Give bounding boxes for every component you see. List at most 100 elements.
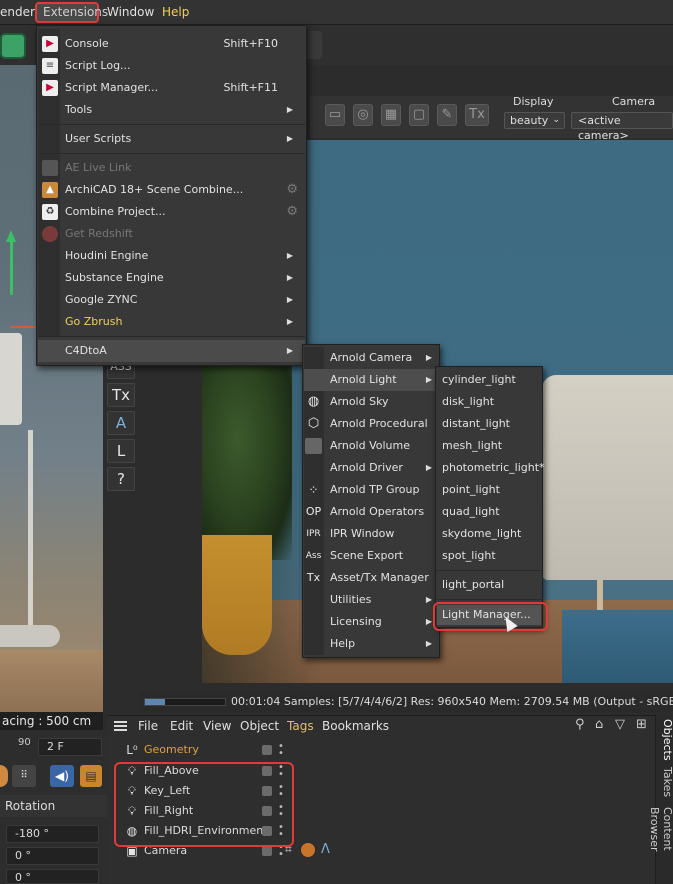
home-icon[interactable]: ⌂ (595, 717, 603, 732)
menu-item-google-zync[interactable]: Google ZYNC ▶ (38, 289, 305, 311)
display-select[interactable]: beauty ⌄ (504, 112, 565, 129)
menu-item-arnold-procedural[interactable]: ⬡ Arnold Procedural (304, 413, 438, 435)
menu-item-arnold-tp-group[interactable]: ⁘ Arnold TP Group (304, 479, 438, 501)
filter-icon[interactable]: ▽ (615, 717, 625, 732)
om-menu-file[interactable]: File (138, 719, 158, 733)
l-button[interactable]: L (107, 439, 135, 463)
circle-icon[interactable] (0, 765, 8, 787)
window-icon[interactable]: ▢ (409, 104, 429, 126)
camera-value: <active camera> (578, 114, 629, 142)
menu-render[interactable]: ender (0, 4, 35, 21)
dots-grid-icon[interactable]: ⠿ (12, 765, 36, 787)
menu-item-arnold-volume[interactable]: Arnold Volume (304, 435, 438, 457)
menu-item-user-scripts[interactable]: User Scripts ▶ (38, 128, 305, 150)
menu-item-console[interactable]: ▶ Console Shift+F10 (38, 33, 305, 55)
field-top-left[interactable]: 90 (18, 737, 31, 748)
light-item-point[interactable]: point_light (436, 479, 542, 501)
light-item-distant[interactable]: distant_light (436, 413, 542, 435)
menu-item-arnold-driver[interactable]: Arnold Driver ▶ (304, 457, 438, 479)
rotation-p-field[interactable]: 0 ° (6, 847, 99, 865)
tx-icon[interactable]: Tx (465, 104, 489, 126)
menu-item-archicad[interactable]: ▲ ArchiCAD 18+ Scene Combine... ⚙ (38, 179, 305, 201)
light-item-skydome[interactable]: skydome_light (436, 523, 542, 545)
menu-item-ae-live-link[interactable]: AE Live Link (38, 157, 305, 179)
om-menu-view[interactable]: View (203, 719, 231, 733)
menu-item-label: Google ZYNC (65, 293, 138, 306)
film-icon[interactable]: ▤ (80, 765, 102, 787)
camera-select[interactable]: <active camera> (571, 112, 673, 142)
menu-item-arnold-operators[interactable]: OP Arnold Operators (304, 501, 438, 523)
y-axis-handle[interactable] (10, 235, 13, 295)
light-item-photometric[interactable]: photometric_light* (436, 457, 545, 479)
tab-objects[interactable]: Objects (656, 719, 673, 761)
menu-item-asset-tx-manager[interactable]: Tx Asset/Tx Manager (304, 567, 438, 589)
light-item-mesh[interactable]: mesh_light (436, 435, 542, 457)
menu-item-label: Arnold Procedural (330, 417, 428, 430)
menu-extensions[interactable]: Extensions (35, 2, 108, 23)
volume-icon (305, 438, 322, 454)
menu-item-tools[interactable]: Tools ▶ (38, 99, 305, 121)
menu-item-c4dtoa[interactable]: C4DtoA ▶ (38, 340, 305, 362)
floor-area (0, 650, 103, 715)
tab-content-browser[interactable]: Content Browser (648, 807, 673, 884)
tab-takes[interactable]: Takes (656, 767, 673, 797)
menu-item-substance-engine[interactable]: Substance Engine ▶ (38, 267, 305, 289)
speaker-icon[interactable]: ◀) (50, 765, 74, 787)
menu-item-arnold-light[interactable]: Arnold Light ▶ (304, 369, 438, 391)
menu-item-label: Console (65, 37, 109, 50)
x-axis-handle[interactable] (10, 326, 36, 328)
light-item-cylinder[interactable]: cylinder_light (436, 369, 542, 391)
rotation-h-field[interactable]: -180 ° (6, 825, 99, 843)
frame-field[interactable]: 2 F (38, 738, 102, 756)
light-manager-callout (433, 602, 548, 631)
menu-item-ipr-window[interactable]: IPR IPR Window (304, 523, 438, 545)
menu-item-help[interactable]: Help ▶ (304, 633, 438, 655)
layout-icon[interactable]: ▦ (381, 104, 401, 126)
layer-flag-icon[interactable] (262, 745, 272, 755)
menu-item-houdini-engine[interactable]: Houdini Engine ▶ (38, 245, 305, 267)
light-item-quad[interactable]: quad_light (436, 501, 542, 523)
menu-item-combine-project[interactable]: ♻ Combine Project... ⚙ (38, 201, 305, 223)
tx-button[interactable]: Tx (107, 383, 135, 407)
submenu-arrow-icon: ▶ (425, 353, 432, 362)
arnold-logo-button[interactable]: A (107, 411, 135, 435)
lamp-pole (28, 430, 33, 630)
visibility-dots-icon[interactable]: • • (278, 742, 284, 759)
new-window-icon[interactable]: ⊞ (636, 717, 647, 732)
rotation-b-field[interactable]: 0 ° (6, 869, 99, 884)
gear-icon[interactable]: ⚙ (286, 201, 298, 223)
menu-item-go-zbrush[interactable]: Go Zbrush ▶ (38, 311, 305, 333)
menu-item-arnold-sky[interactable]: ◍ Arnold Sky (304, 391, 438, 413)
menu-item-utilities[interactable]: Utilities ▶ (304, 589, 438, 611)
om-menu-object[interactable]: Object (240, 719, 279, 733)
om-menu-bookmarks[interactable]: Bookmarks (322, 719, 389, 733)
light-item-portal[interactable]: light_portal (436, 574, 542, 596)
globe-icon[interactable]: ◎ (353, 104, 373, 126)
y-axis-arrow-icon[interactable] (6, 230, 16, 242)
hamburger-menu-icon[interactable] (114, 721, 127, 731)
brush-icon[interactable]: ✎ (437, 104, 457, 126)
menu-item-scene-export[interactable]: Ass Scene Export (304, 545, 438, 567)
arnold-tag-icon[interactable]: Ʌ (321, 842, 330, 857)
light-item-disk[interactable]: disk_light (436, 391, 542, 413)
render-sofa (542, 375, 673, 580)
monitor-icon[interactable]: ▭ (325, 104, 345, 126)
menu-item-script-log[interactable]: ≡ Script Log... (38, 55, 305, 77)
help-button[interactable]: ? (107, 467, 135, 491)
cube-tool-icon[interactable] (0, 33, 26, 59)
menu-window[interactable]: Window (107, 4, 154, 21)
menu-item-get-redshift[interactable]: Get Redshift (38, 223, 305, 245)
menu-item-script-manager[interactable]: ▶ Script Manager... Shift+F11 (38, 77, 305, 99)
ipr-icon: IPR (306, 529, 321, 539)
gear-icon[interactable]: ⚙ (286, 179, 298, 201)
menu-item-licensing[interactable]: Licensing ▶ (304, 611, 438, 633)
om-menu-edit[interactable]: Edit (170, 719, 193, 733)
layer-flag-icon[interactable] (262, 846, 272, 856)
light-item-spot[interactable]: spot_light (436, 545, 542, 567)
protection-tag-icon[interactable] (301, 843, 315, 857)
search-icon[interactable]: ⚲ (575, 717, 585, 732)
om-menu-tags[interactable]: Tags (287, 719, 314, 733)
menu-item-arnold-camera[interactable]: Arnold Camera ▶ (304, 347, 438, 369)
submenu-arrow-icon: ▶ (425, 375, 432, 384)
menu-help[interactable]: Help (162, 4, 189, 21)
